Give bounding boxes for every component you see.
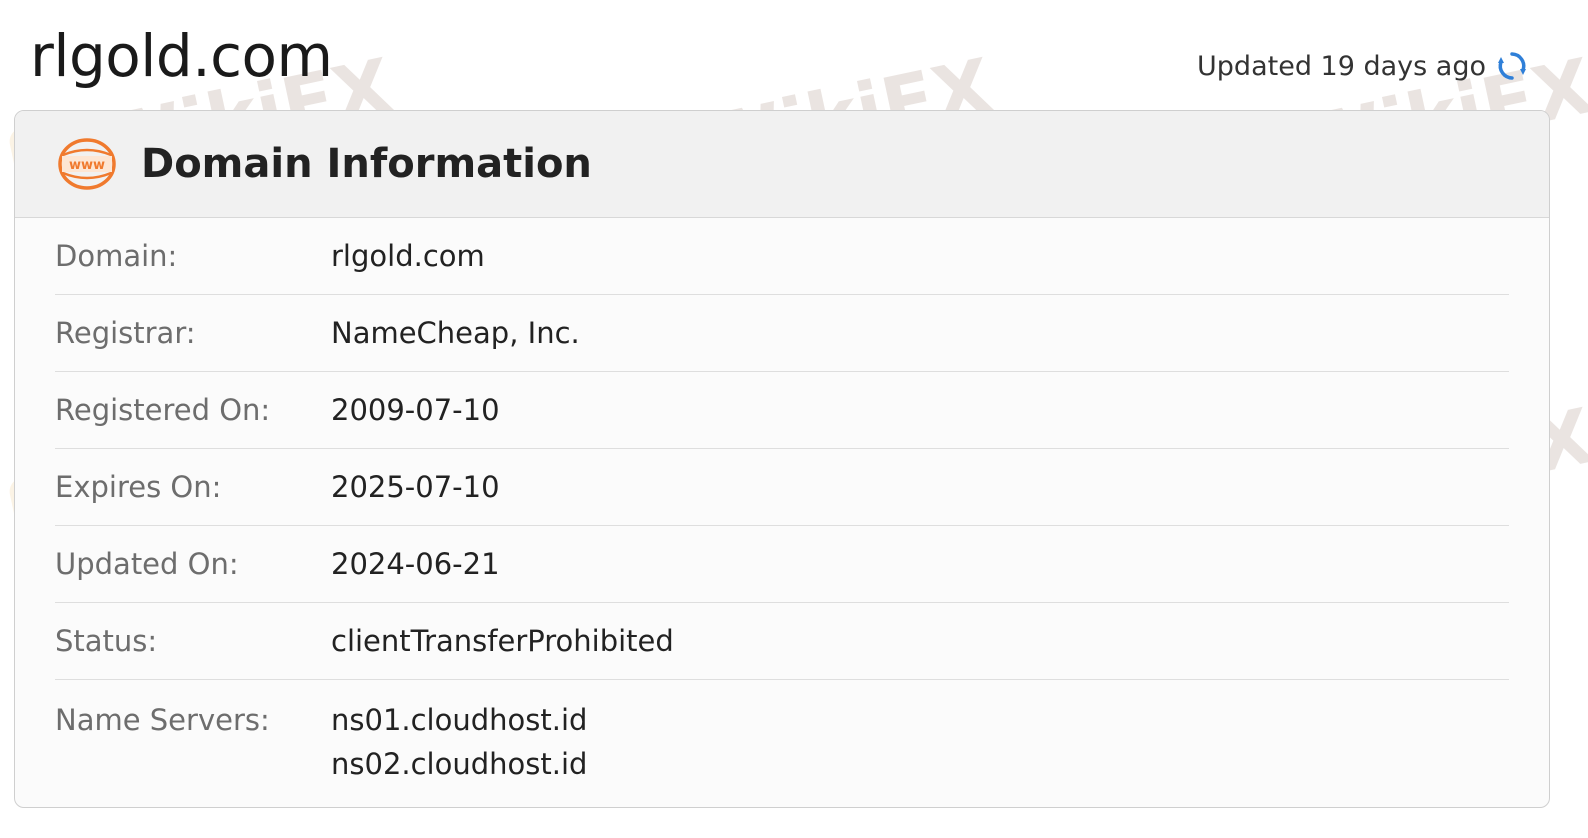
refresh-icon[interactable] (1496, 50, 1528, 82)
page-title: rlgold.com (30, 22, 333, 90)
info-row-name-servers: Name Servers: ns01.cloudhost.id ns02.clo… (55, 680, 1509, 786)
row-label: Status: (55, 624, 158, 658)
domain-info-card: www Domain Information Domain: rlgold.co… (14, 110, 1550, 808)
row-label: Domain: (55, 239, 178, 273)
card-header: www Domain Information (15, 111, 1549, 218)
row-value-list: ns01.cloudhost.id ns02.cloudhost.id (331, 698, 587, 786)
svg-text:www: www (69, 158, 105, 173)
name-server-item: ns02.cloudhost.id (331, 747, 588, 781)
info-row-registered-on: Registered On: 2009-07-10 (55, 372, 1509, 449)
info-row-status: Status: clientTransferProhibited (55, 603, 1509, 680)
row-label: Registrar: (55, 316, 196, 350)
updated-indicator: Updated 19 days ago (1197, 50, 1528, 82)
domain-info-table: Domain: rlgold.com Registrar: NameCheap,… (15, 218, 1549, 786)
row-label: Expires On: (55, 470, 222, 504)
page: WikiFX WikiFX WikiFX WikiFX WikiFX WikiF… (0, 0, 1588, 838)
info-row-registrar: Registrar: NameCheap, Inc. (55, 295, 1509, 372)
name-server-item: ns01.cloudhost.id (331, 703, 588, 737)
row-label: Registered On: (55, 393, 271, 427)
card-title: Domain Information (141, 141, 592, 187)
info-row-updated-on: Updated On: 2024-06-21 (55, 526, 1509, 603)
info-row-expires-on: Expires On: 2025-07-10 (55, 449, 1509, 526)
row-label: Updated On: (55, 547, 239, 581)
info-row-domain: Domain: rlgold.com (55, 218, 1509, 295)
row-value: 2009-07-10 (331, 393, 500, 427)
row-value: rlgold.com (331, 239, 485, 273)
row-value: NameCheap, Inc. (331, 316, 580, 350)
row-value: 2025-07-10 (331, 470, 500, 504)
row-value: 2024-06-21 (331, 547, 500, 581)
updated-text: Updated 19 days ago (1197, 50, 1486, 82)
www-globe-icon: www (57, 137, 117, 191)
row-value: clientTransferProhibited (331, 624, 674, 658)
row-label: Name Servers: (55, 703, 270, 737)
